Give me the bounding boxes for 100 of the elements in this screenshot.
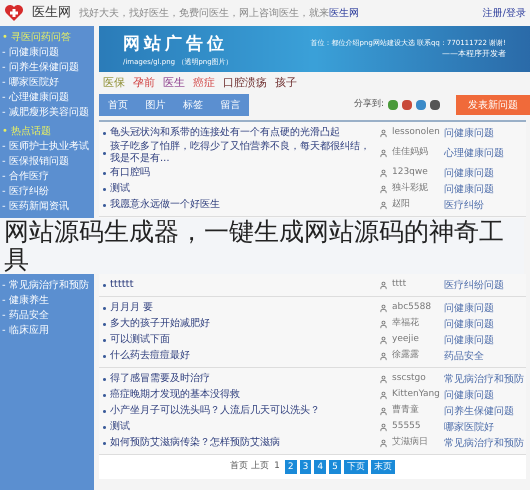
question-title[interactable]: 测试 [110, 421, 375, 433]
user-name[interactable]: abc5588 [392, 301, 444, 315]
category-link[interactable]: 医疗纠纷问题 [444, 278, 526, 292]
sidebar-item[interactable]: - 哪家医院好 [0, 75, 94, 90]
sidebar-item[interactable]: - 临床应用 [0, 323, 94, 338]
user-icon [379, 390, 388, 400]
user-name[interactable]: 独斗彩妮 [392, 182, 444, 196]
sidebar-item[interactable]: - 心理健康问题 [0, 90, 94, 105]
category-link[interactable]: 问健康问题 [444, 316, 526, 332]
question-title[interactable]: 癌症晚期才发现的基本没得救 [110, 389, 375, 401]
user-name[interactable]: 曹青童 [392, 404, 444, 418]
first-page-link[interactable]: 首页 [230, 460, 248, 474]
tag-link[interactable]: 孕前 [133, 74, 155, 92]
nav-link[interactable]: 留言 [220, 98, 240, 112]
question-title[interactable]: 可以测试下面 [110, 334, 375, 346]
user-name[interactable]: 123qwe [392, 166, 444, 180]
question-title[interactable]: 什么药去痘痘最好 [110, 350, 375, 362]
tagline-link[interactable]: 医生网 [329, 6, 359, 20]
user-name[interactable]: 艾滋病日 [392, 436, 444, 450]
category-link[interactable]: 常见病治疗和预防 [444, 436, 526, 450]
sidebar-item[interactable]: - 医保报销问题 [0, 154, 94, 169]
user-icon [379, 168, 388, 178]
page-link[interactable]: 2 [284, 460, 297, 474]
user-name[interactable]: 幸福花 [392, 317, 444, 331]
nav-link[interactable]: 标签 [182, 98, 203, 112]
user-name[interactable]: yeejie [392, 333, 444, 347]
category-link[interactable]: 问健康问题 [444, 166, 526, 180]
nav-link[interactable]: 图片 [145, 98, 166, 112]
user-name[interactable]: 佳佳妈妈 [392, 146, 444, 160]
share-label: 分享到: [354, 98, 384, 112]
bullet-icon [103, 426, 106, 428]
bullet-icon [103, 306, 106, 310]
category-link[interactable]: 心理健康问题 [444, 146, 526, 160]
sidebar-item[interactable]: - 医师护士执业考试 [0, 139, 94, 154]
page-link[interactable]: 4 [314, 460, 326, 474]
question-title[interactable]: 得了感冒需要及时治疗 [110, 373, 375, 385]
banner-title: 网站广告位 [123, 33, 229, 55]
nav-link[interactable]: 首页 [108, 98, 128, 112]
tag-link[interactable]: 医保 [103, 74, 125, 92]
category-link[interactable]: 问健康问题 [444, 182, 526, 196]
tag-link[interactable]: 医生 [163, 74, 185, 92]
sidebar-item[interactable]: - 问健康问题 [0, 45, 94, 60]
bullet-icon [103, 410, 106, 412]
site-name[interactable]: 医生网 [32, 3, 71, 23]
category-link[interactable]: 问健康问题 [444, 126, 526, 140]
prev-page-link[interactable]: 上页 [251, 460, 270, 474]
question-title[interactable]: 多大的孩子开始减肥好 [110, 318, 375, 330]
bullet-icon [103, 204, 106, 206]
question-title[interactable]: 月月月 要 [110, 302, 375, 314]
user-icon [379, 406, 388, 416]
next-page-link[interactable]: 下页 [344, 460, 368, 474]
page-link[interactable]: 1 [272, 460, 282, 474]
category-link[interactable]: 医疗纠纷 [444, 198, 526, 212]
last-page-link[interactable]: 末页 [370, 460, 395, 474]
category-link[interactable]: 哪家医院好 [444, 420, 526, 434]
category-link[interactable]: 问健康问题 [444, 388, 526, 402]
user-name[interactable]: 赵阳 [392, 198, 444, 212]
user-icon [379, 438, 388, 448]
category-link[interactable]: 问健康问题 [444, 300, 526, 316]
user-name[interactable]: tttt [392, 278, 444, 292]
sidebar-heading: • 热点话题 [1, 124, 52, 139]
question-title[interactable]: 孩子吃多了怕胖，吃得少了又怕营养不良，每天都很纠结，我是不是有... [110, 141, 375, 165]
question-title[interactable]: 我愿意永远做一个好医生 [110, 199, 375, 211]
banner-signature: ——本程序开发者 [442, 48, 506, 60]
page-link[interactable]: 3 [300, 460, 312, 474]
sidebar-item[interactable]: - 合作医疗 [0, 169, 94, 184]
category-link[interactable]: 常见病治疗和预防 [444, 372, 526, 386]
user-name[interactable]: sscstgo [392, 372, 444, 386]
question-title[interactable]: 龟头冠状沟和系带的连接处有一个有点硬的光滑凸起 [110, 127, 375, 139]
login-link[interactable]: 注册/登录 [482, 6, 526, 20]
user-name[interactable]: 徐露露 [392, 349, 444, 363]
question-title[interactable]: 测试 [110, 183, 375, 195]
question-title[interactable]: 如何预防艾滋病传染？怎样预防艾滋病 [110, 437, 375, 449]
user-name[interactable]: 55555 [392, 420, 444, 434]
question-title[interactable]: 小产坐月子可以洗头吗？人流后几天可以洗头？ [110, 405, 375, 417]
sidebar-item[interactable]: - 健康养生 [0, 293, 94, 308]
tag-link[interactable]: 癌症 [193, 74, 215, 92]
bullet-icon [103, 394, 106, 396]
page-link[interactable]: 5 [329, 460, 341, 474]
category-link[interactable]: 问养生保健问题 [444, 404, 526, 418]
category-link[interactable]: 药品安全 [444, 348, 526, 364]
bullet-icon [103, 188, 106, 190]
post-question-button[interactable]: 发表新问题 [456, 95, 530, 115]
sidebar-item[interactable]: - 问养生保健问题 [0, 60, 94, 75]
user-name[interactable]: KittenYang [392, 388, 444, 402]
tag-link[interactable]: 口腔溃疡 [223, 74, 267, 92]
bullet-icon [103, 132, 106, 134]
sidebar-item[interactable]: - 医疗纠纷 [0, 184, 94, 199]
sidebar-item[interactable]: - 医药新闻资讯 [0, 199, 94, 214]
tag-link[interactable]: 孩子 [275, 74, 297, 92]
user-icon [379, 200, 388, 210]
sidebar-item[interactable]: - 减肥瘦形美容问题 [0, 105, 94, 120]
category-link[interactable]: 问健康问题 [444, 332, 526, 348]
question-title[interactable]: 有口腔吗 [110, 167, 375, 179]
question-title[interactable]: tttttt [110, 279, 375, 291]
sidebar-item[interactable]: - 常见病治疗和预防 [0, 278, 94, 293]
user-icon [379, 304, 388, 312]
sidebar-item[interactable]: - 药品安全 [0, 308, 94, 323]
bullet-icon [103, 284, 106, 286]
user-name[interactable]: lessonolen [392, 126, 444, 140]
